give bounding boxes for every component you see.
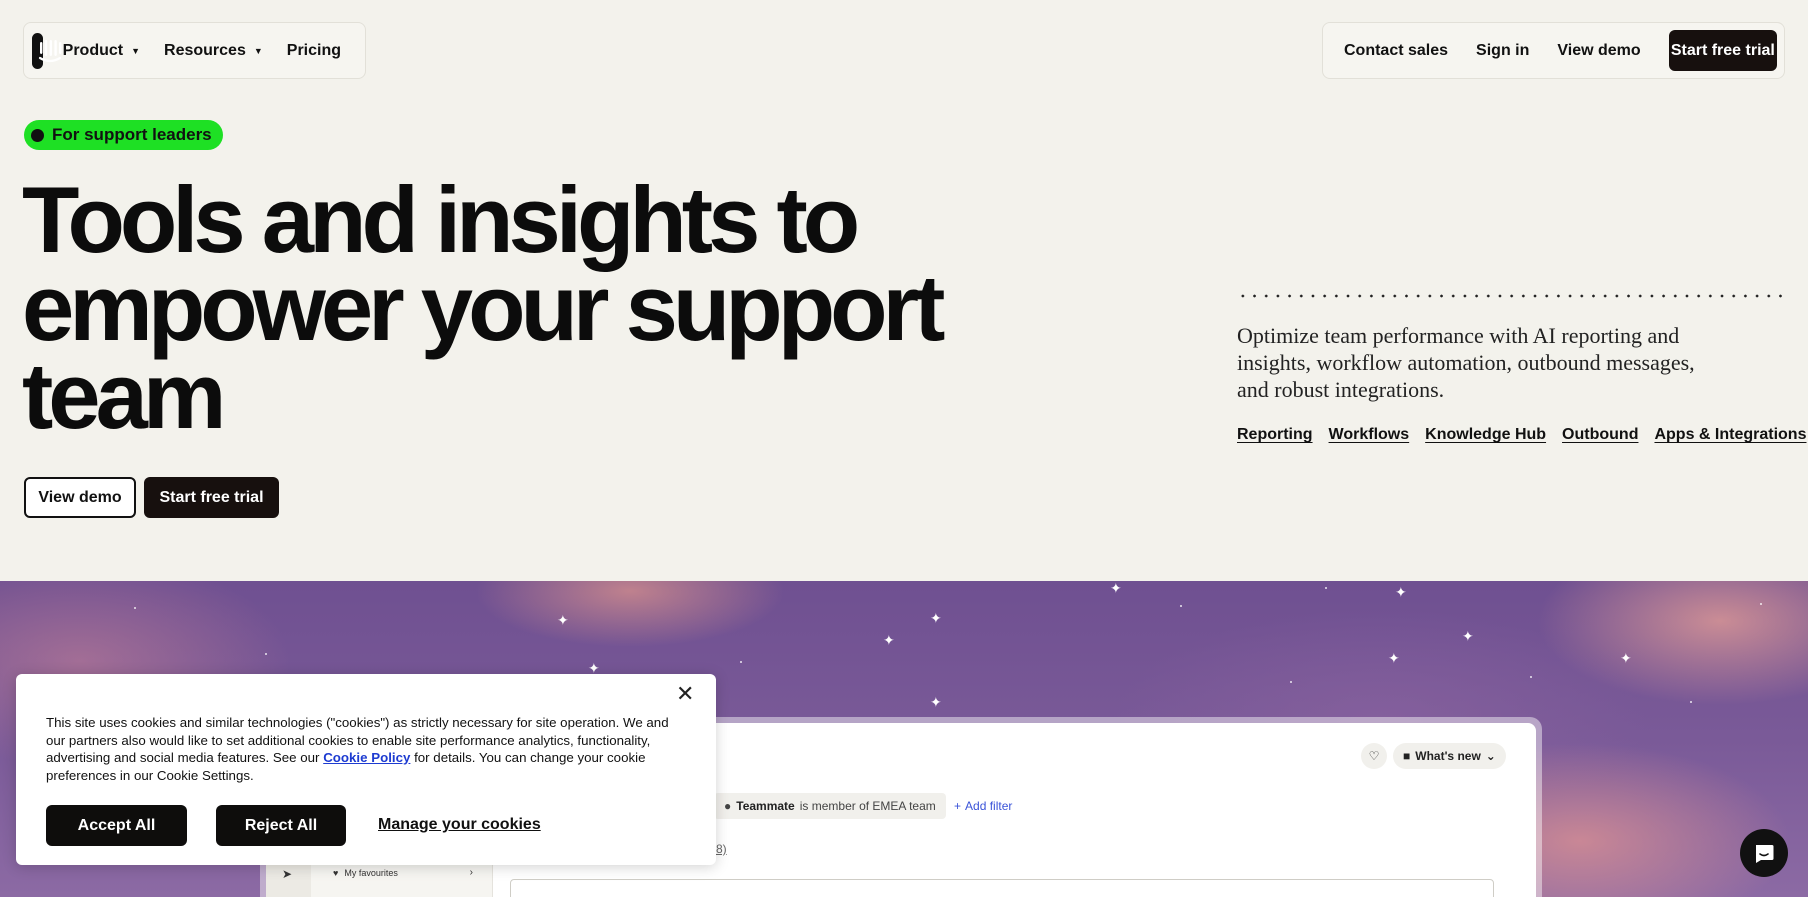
plus-icon: + xyxy=(954,799,962,813)
filter-chip[interactable]: ● Teammate is member of EMEA team xyxy=(714,793,946,819)
heart-icon: ♥ xyxy=(333,867,339,878)
nav-product-label: Product xyxy=(62,41,124,59)
favourite-button[interactable]: ♡ xyxy=(1361,743,1387,769)
star-icon: ✦ xyxy=(1110,581,1122,596)
chat-launcher-button[interactable] xyxy=(1740,829,1788,877)
manage-cookies-link[interactable]: Manage your cookies xyxy=(378,816,541,834)
nav-pricing[interactable]: Pricing xyxy=(287,42,341,60)
star-icon: ✦ xyxy=(588,660,600,676)
chevron-down-icon: ⌄ xyxy=(1485,749,1496,763)
whats-new-label: What's new xyxy=(1415,749,1481,763)
person-icon: ● xyxy=(724,799,732,813)
secondary-nav: Contact sales Sign in View demo Start fr… xyxy=(1322,22,1785,79)
star-dot xyxy=(1180,605,1182,607)
star-icon: ✦ xyxy=(1462,628,1474,644)
nav-resources[interactable]: Resources ▼ xyxy=(164,42,263,60)
close-icon[interactable]: ✕ xyxy=(676,683,694,705)
star-icon: ✦ xyxy=(557,612,569,628)
badge-label: For support leaders xyxy=(52,125,212,144)
star-dot xyxy=(1690,701,1692,703)
star-icon: ✦ xyxy=(930,610,942,626)
feature-links: Reporting Workflows Knowledge Hub Outbou… xyxy=(1237,426,1806,444)
hero-view-demo-button[interactable]: View demo xyxy=(24,477,136,518)
intercom-logo-icon[interactable] xyxy=(32,32,62,69)
star-dot xyxy=(1325,587,1327,589)
cookie-policy-link[interactable]: Cookie Policy xyxy=(323,750,410,765)
cookie-message: This site uses cookies and similar techn… xyxy=(46,714,686,784)
start-trial-button[interactable]: Start free trial xyxy=(1668,30,1777,71)
feature-link-apps-integrations[interactable]: Apps & Integrations xyxy=(1654,426,1806,444)
caret-down-icon: ▼ xyxy=(131,45,141,56)
feature-link-workflows[interactable]: Workflows xyxy=(1329,426,1410,444)
star-dot xyxy=(1290,681,1292,683)
app-input-field[interactable] xyxy=(510,879,1494,897)
badge-dot-icon xyxy=(31,128,44,142)
cookie-banner: ✕ This site uses cookies and similar tec… xyxy=(16,674,716,865)
chat-bubble-icon xyxy=(1756,845,1774,863)
sign-in-link[interactable]: Sign in xyxy=(1476,42,1529,60)
add-filter-button[interactable]: + Add filter xyxy=(954,793,1012,819)
reject-all-button[interactable]: Reject All xyxy=(216,805,346,846)
add-filter-label: Add filter xyxy=(965,799,1013,813)
filter-condition: is member of EMEA team xyxy=(799,799,936,813)
whats-new-button[interactable]: ■ What's new ⌄ xyxy=(1393,743,1506,769)
star-dot xyxy=(134,607,136,609)
contact-sales-link[interactable]: Contact sales xyxy=(1344,42,1448,60)
star-dot xyxy=(265,653,267,655)
star-dot xyxy=(740,661,742,663)
feature-link-outbound[interactable]: Outbound xyxy=(1562,426,1638,444)
caret-down-icon: ▼ xyxy=(253,45,263,56)
megaphone-icon: ■ xyxy=(1403,749,1411,763)
filter-field: Teammate xyxy=(736,799,795,813)
star-icon: ✦ xyxy=(1388,650,1400,666)
sidebar-item-label: My favourites xyxy=(344,867,398,878)
star-icon: ✦ xyxy=(883,632,895,648)
dotted-divider xyxy=(1237,293,1785,299)
sidebar-item-favourites[interactable]: ♥ My favourites › xyxy=(333,867,473,878)
primary-nav: Product ▼ Resources ▼ Pricing xyxy=(23,22,366,79)
hero-headline: Tools and insights to empower your suppo… xyxy=(22,167,945,448)
star-dot xyxy=(1760,603,1762,605)
accept-all-button[interactable]: Accept All xyxy=(46,805,187,846)
nav-resources-label: Resources xyxy=(164,41,246,59)
heart-outline-icon: ♡ xyxy=(1368,749,1380,763)
star-icon: ✦ xyxy=(1395,584,1407,600)
hero-start-trial-button[interactable]: Start free trial xyxy=(144,477,279,518)
star-icon: ✦ xyxy=(930,694,942,710)
nav-product[interactable]: Product ▼ xyxy=(63,42,140,60)
star-icon: ✦ xyxy=(1620,650,1632,666)
chevron-right-icon: › xyxy=(469,867,473,878)
feature-link-knowledge-hub[interactable]: Knowledge Hub xyxy=(1425,426,1546,444)
feature-link-reporting[interactable]: Reporting xyxy=(1237,426,1313,444)
view-demo-link[interactable]: View demo xyxy=(1557,42,1640,60)
star-dot xyxy=(1530,676,1532,678)
hero-description: Optimize team performance with AI report… xyxy=(1237,323,1695,402)
audience-badge: For support leaders xyxy=(24,120,223,150)
send-icon: ➤ xyxy=(282,867,293,881)
